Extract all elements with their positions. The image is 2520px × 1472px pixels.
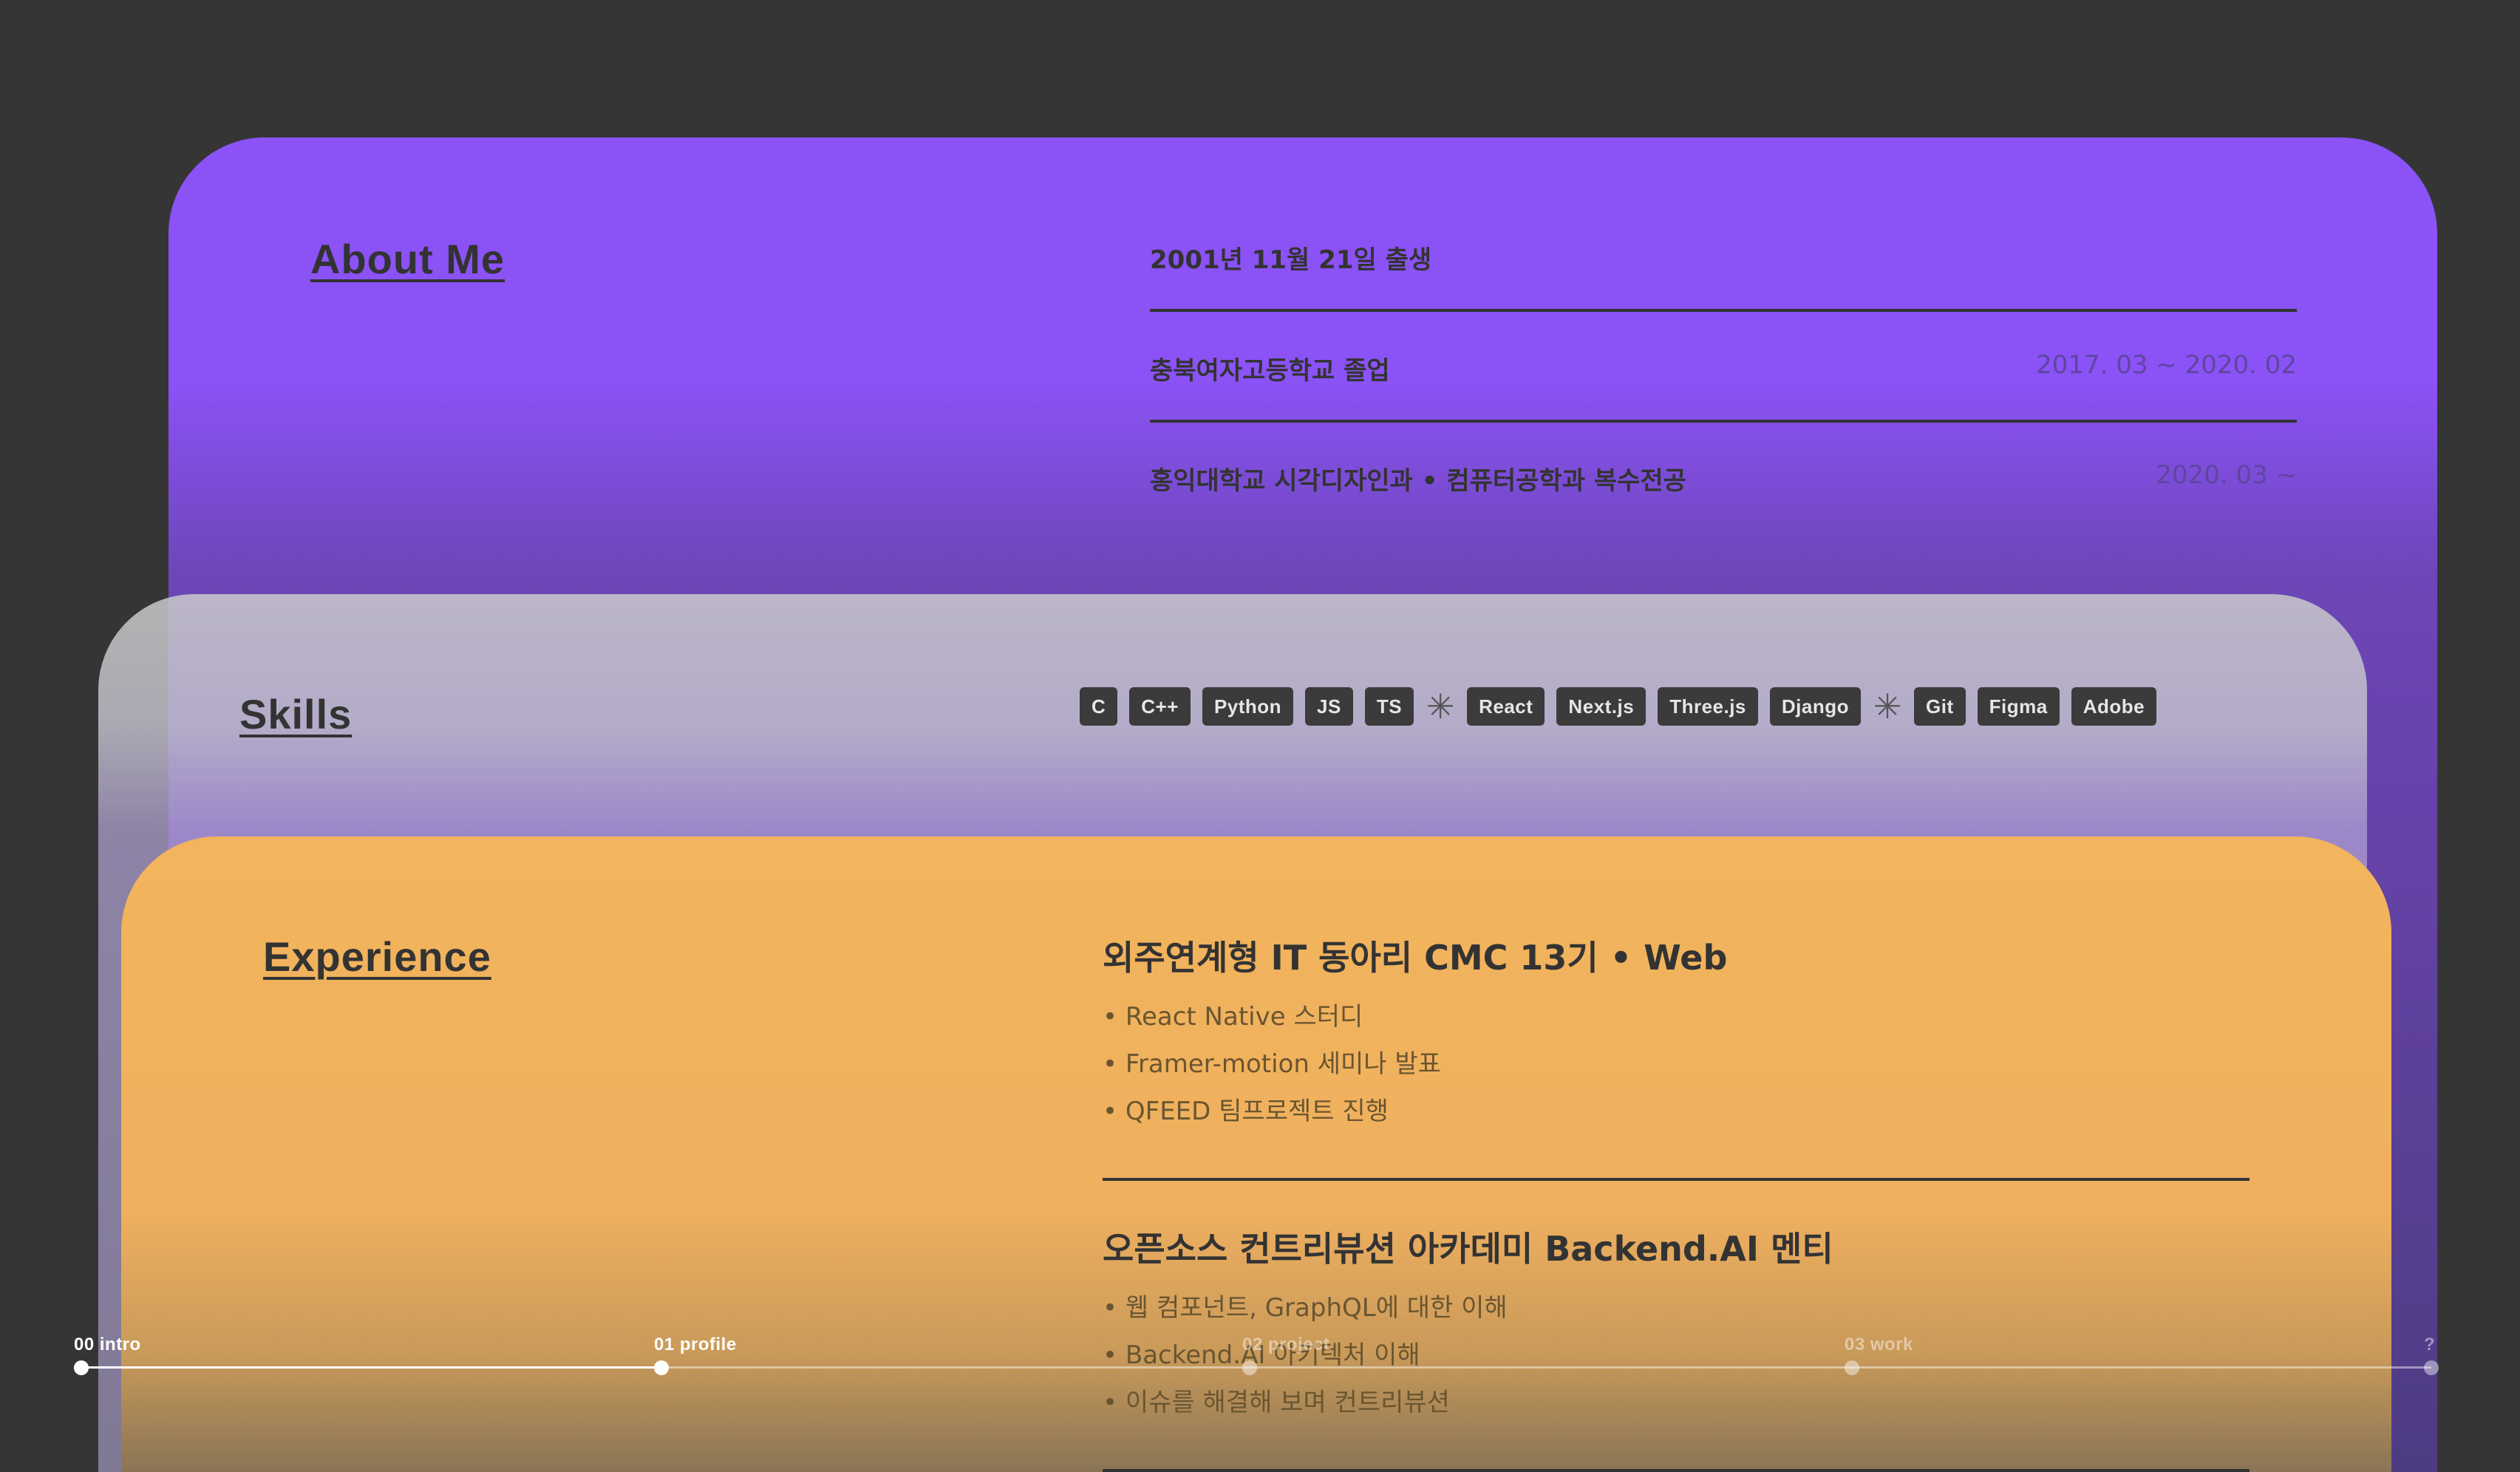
skill-chip-figma: Figma	[1977, 687, 2060, 726]
about-row-text: 홍익대학교 시각디자인과 • 컴퓨터공학과 복수전공	[1150, 466, 1686, 496]
divider	[1103, 1178, 2250, 1181]
skills-chip-list: C C++ Python JS TS ✳ React Next.js Three…	[1080, 686, 2157, 726]
timeline-dot-work[interactable]	[1845, 1360, 1859, 1375]
about-row-date: 2020. 03 ~	[2156, 460, 2297, 490]
asterisk-separator-icon: ✳	[1426, 686, 1455, 726]
skill-chip-cpp: C++	[1129, 687, 1191, 726]
experience-card: Experience 외주연계형 IT 동아리 CMC 13기 • Web Re…	[121, 836, 2391, 1472]
experience-title: Experience	[263, 933, 491, 980]
about-title: About Me	[310, 236, 505, 282]
skill-chip-js: JS	[1305, 687, 1353, 726]
timeline-label-intro[interactable]: 00 intro	[74, 1335, 141, 1355]
skill-chip-react: React	[1467, 687, 1545, 726]
about-row-text: 충북여자고등학교 졸업	[1150, 356, 1390, 386]
timeline-label-more[interactable]: ?	[2424, 1335, 2435, 1355]
list-item: Framer-motion 세미나 발표	[1103, 1040, 1441, 1088]
divider	[1150, 309, 2297, 312]
skill-chip-git: Git	[1914, 687, 1966, 726]
experience-item-title: 외주연계형 IT 동아리 CMC 13기 • Web	[1103, 938, 1728, 978]
skill-chip-django: Django	[1769, 687, 1862, 726]
timeline-dot-profile[interactable]	[654, 1360, 669, 1375]
about-row-date: 2017. 03 ~ 2020. 02	[2036, 350, 2297, 380]
timeline-label-work[interactable]: 03 work	[1845, 1335, 1913, 1355]
timeline-label-profile[interactable]: 01 profile	[654, 1335, 737, 1355]
timeline-label-project[interactable]: 02 project	[1242, 1335, 1329, 1355]
skill-chip-c: C	[1080, 687, 1118, 726]
timeline-dot-project[interactable]	[1242, 1360, 1257, 1375]
experience-item-bullets: React Native 스터디 Framer-motion 세미나 발표 QF…	[1103, 993, 1441, 1135]
skill-chip-python: Python	[1202, 687, 1294, 726]
about-row-highschool: 충북여자고등학교 졸업 2017. 03 ~ 2020. 02	[1150, 350, 2297, 408]
about-row-birth: 2001년 11월 21일 출생	[1150, 239, 2297, 297]
about-row-university: 홍익대학교 시각디자인과 • 컴퓨터공학과 복수전공 2020. 03 ~	[1150, 460, 2297, 518]
timeline-dot-more[interactable]	[2424, 1360, 2439, 1375]
skill-chip-ts: TS	[1364, 687, 1414, 726]
list-item: React Native 스터디	[1103, 993, 1441, 1040]
skill-chip-nextjs: Next.js	[1556, 687, 1646, 726]
skills-title: Skills	[239, 691, 353, 737]
timeline-progress-line	[81, 1366, 661, 1369]
divider	[1103, 1469, 2250, 1472]
experience-item-title: 오픈소스 컨트리뷰션 아카데미 Backend.AI 멘티	[1103, 1229, 1833, 1269]
divider	[1150, 420, 2297, 423]
timeline-dot-intro[interactable]	[74, 1360, 89, 1375]
asterisk-separator-icon: ✳	[1873, 686, 1902, 726]
skill-chip-adobe: Adobe	[2071, 687, 2157, 726]
skill-chip-threejs: Three.js	[1658, 687, 1758, 726]
timeline-remaining-line	[661, 1366, 2431, 1369]
section-timeline: 00 intro 01 profile 02 project 03 work ?	[0, 1315, 2520, 1375]
about-row-text: 2001년 11월 21일 출생	[1150, 245, 1432, 275]
list-item: 이슈를 해결해 보며 컨트리뷰션	[1103, 1379, 1508, 1426]
list-item: QFEED 팀프로젝트 진행	[1103, 1088, 1441, 1135]
